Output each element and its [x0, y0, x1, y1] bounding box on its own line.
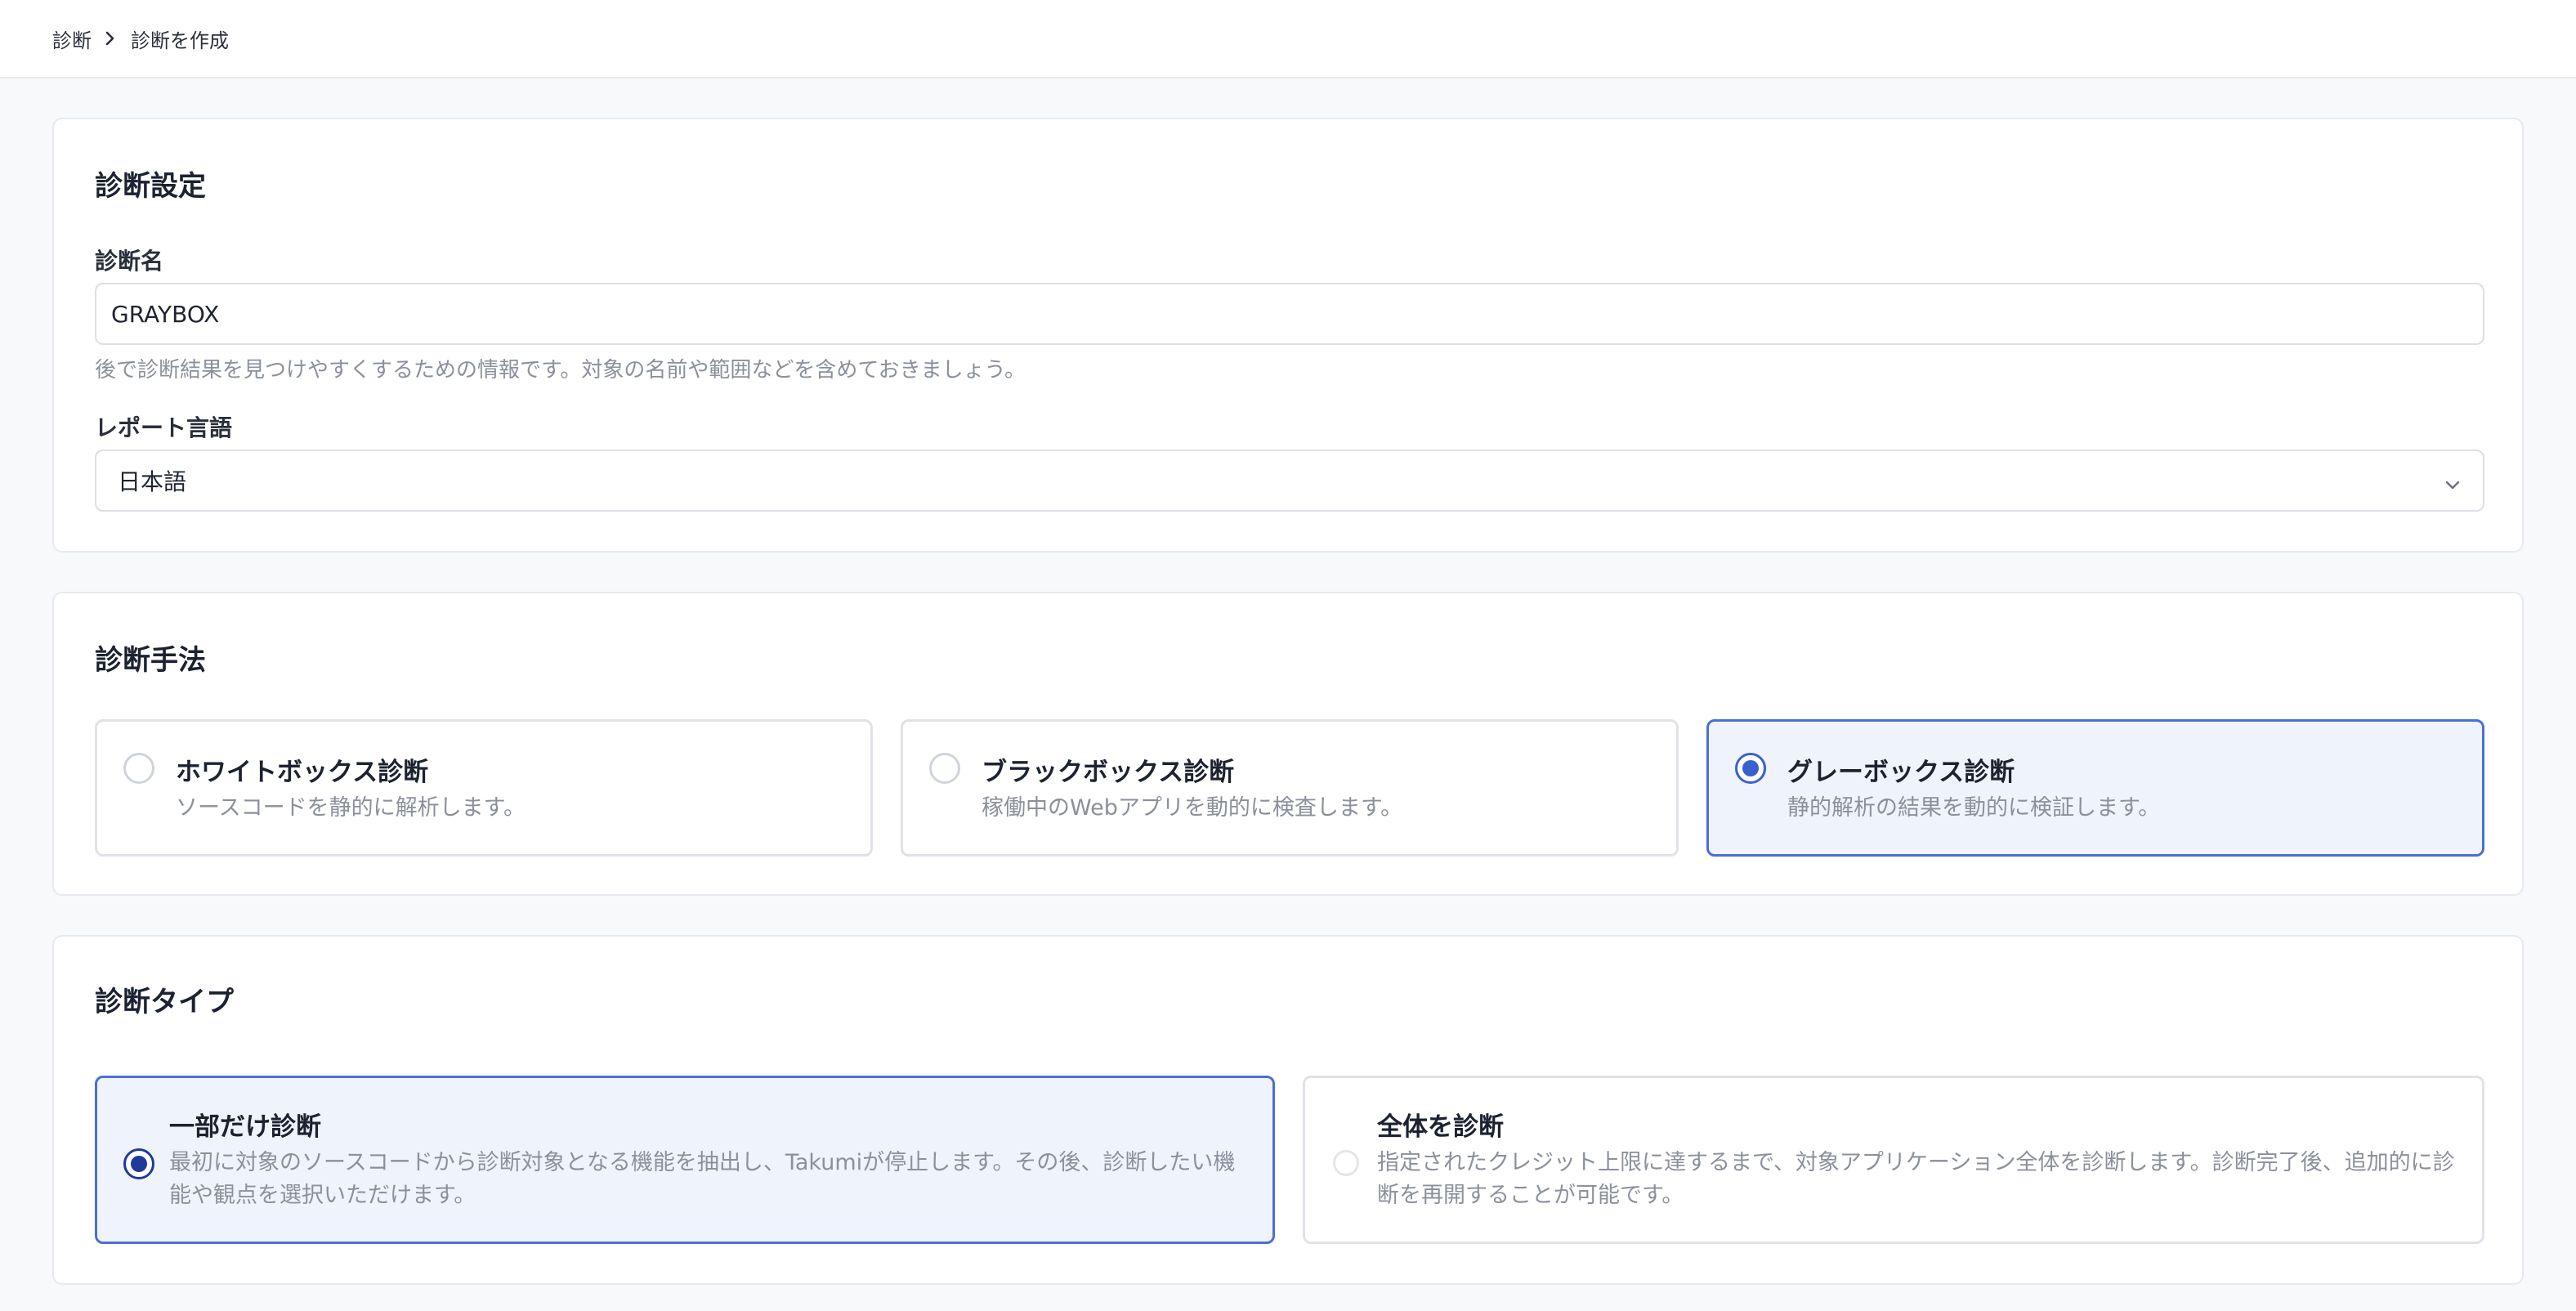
- method-title: 診断手法: [95, 644, 206, 677]
- method-option-title: ホワイトボックス診断: [176, 758, 429, 787]
- type-title: 診断タイプ: [95, 986, 234, 1018]
- type-card: 診断タイプ 一部だけ診断 最初に対象のソースコードから診断対象となる機能を抽出し…: [52, 935, 2524, 1285]
- name-input[interactable]: [95, 283, 2484, 345]
- breadcrumb: 診断 診断を作成: [0, 0, 2576, 78]
- type-option-title: 全体を診断: [1377, 1112, 1504, 1142]
- language-label: レポート言語: [95, 414, 233, 441]
- name-label: 診断名: [95, 248, 164, 275]
- settings-card: 診断設定 診断名 後で診断結果を見つけやすくするための情報です。対象の名前や範囲…: [52, 118, 2524, 553]
- language-select-value: 日本語: [118, 468, 187, 495]
- method-card: 診断手法 ホワイトボックス診断 ソースコードを静的に解析します。 ブラックボック…: [52, 592, 2524, 896]
- breadcrumb-item-create: 診断を作成: [131, 29, 229, 52]
- method-option-title: グレーボックス診断: [1787, 758, 2015, 787]
- name-help-text: 後で診断結果を見つけやすくするための情報です。対象の名前や範囲などを含めておきま…: [95, 358, 1026, 383]
- settings-title: 診断設定: [95, 170, 206, 203]
- breadcrumb-item-diagnosis[interactable]: 診断: [52, 25, 92, 53]
- chevron-down-icon: [2444, 472, 2462, 499]
- radio-graybox[interactable]: [1735, 753, 1766, 784]
- type-option-desc: 指定されたクレジット上限に達するまで、対象アプリケーション全体を診断します。診断…: [1377, 1150, 2455, 1208]
- method-option-title: ブラックボックス診断: [982, 758, 1235, 787]
- type-option-title: 一部だけ診断: [169, 1112, 321, 1142]
- type-option-partial[interactable]: 一部だけ診断 最初に対象のソースコードから診断対象となる機能を抽出し、Takum…: [95, 1076, 1275, 1244]
- radio-blackbox[interactable]: [929, 753, 960, 784]
- method-option-desc: ソースコードを静的に解析します。: [176, 795, 525, 821]
- radio-whitebox[interactable]: [123, 753, 154, 784]
- method-option-desc: 稼働中のWebアプリを動的に検査します。: [982, 795, 1403, 821]
- language-select[interactable]: 日本語: [95, 450, 2484, 512]
- method-option-whitebox[interactable]: ホワイトボックス診断 ソースコードを静的に解析します。: [95, 719, 873, 857]
- method-option-desc: 静的解析の結果を動的に検証します。: [1787, 795, 2161, 821]
- radio-partial[interactable]: [123, 1148, 154, 1179]
- method-option-graybox[interactable]: グレーボックス診断 静的解析の結果を動的に検証します。: [1706, 719, 2484, 857]
- method-option-blackbox[interactable]: ブラックボックス診断 稼働中のWebアプリを動的に検査します。: [901, 719, 1679, 857]
- chevron-right-icon: [105, 30, 116, 47]
- type-option-desc: 最初に対象のソースコードから診断対象となる機能を抽出し、Takumiが停止します…: [169, 1150, 1236, 1208]
- radio-full[interactable]: [1333, 1150, 1359, 1176]
- type-option-full[interactable]: 全体を診断 指定されたクレジット上限に達するまで、対象アプリケーション全体を診断…: [1303, 1076, 2484, 1244]
